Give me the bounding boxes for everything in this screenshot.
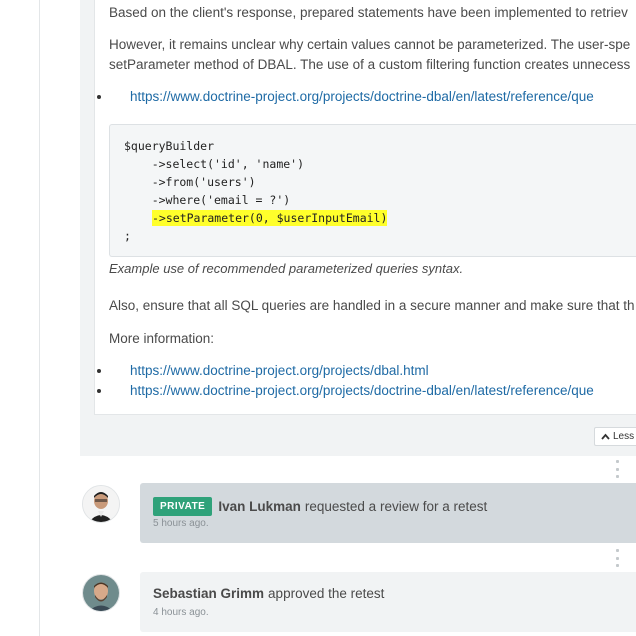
actor-name[interactable]: Sebastian Grimm — [153, 586, 264, 601]
report-paragraph: setParameter method of DBAL. The use of … — [109, 57, 631, 72]
activity-item: Sebastian Grimm approved the retest 4 ho… — [140, 572, 636, 632]
reference-link[interactable]: https://www.doctrine-project.org/project… — [130, 363, 429, 378]
activity-menu-icon[interactable] — [612, 549, 622, 567]
activity-menu-icon[interactable] — [612, 460, 622, 478]
less-button[interactable]: Less — [594, 427, 636, 446]
left-rail — [0, 0, 40, 636]
code-line: ->from('users') — [124, 175, 256, 189]
avatar[interactable] — [82, 485, 120, 523]
activity-timestamp: 4 hours ago. — [153, 607, 209, 618]
less-button-label: Less — [613, 431, 635, 442]
report-paragraph: Based on the client's response, prepared… — [109, 5, 628, 20]
actor-name[interactable]: Ivan Lukman — [218, 499, 301, 514]
code-highlight: ->setParameter(0, $userInputEmail) — [152, 210, 388, 226]
code-caption: Example use of recommended parameterized… — [109, 261, 464, 276]
code-line: ; — [124, 229, 131, 243]
more-info-label: More information: — [109, 331, 215, 346]
code-line: ->where('email = ?') — [124, 193, 291, 207]
reference-link[interactable]: https://www.doctrine-project.org/project… — [130, 383, 594, 398]
activity-timestamp: 5 hours ago. — [153, 518, 209, 529]
activity-action: requested a review for a retest — [304, 499, 488, 514]
list-item: https://www.doctrine-project.org/project… — [97, 361, 594, 381]
reference-list: https://www.doctrine-project.org/project… — [97, 361, 594, 401]
reference-link[interactable]: https://www.doctrine-project.org/project… — [130, 89, 594, 104]
private-badge: PRIVATE — [153, 497, 213, 516]
activity-item: PRIVATE Ivan Lukman requested a review f… — [140, 483, 636, 543]
chevron-up-icon — [601, 432, 610, 442]
list-item: https://www.doctrine-project.org/project… — [97, 381, 594, 401]
list-item: https://www.doctrine-project.org/project… — [97, 87, 594, 107]
report-paragraph: Also, ensure that all SQL queries are ha… — [109, 298, 635, 313]
report-paragraph: However, it remains unclear why certain … — [109, 37, 631, 52]
code-line: ->select('id', 'name') — [124, 157, 305, 171]
code-block: $queryBuilder ->select('id', 'name') ->f… — [109, 124, 636, 257]
avatar[interactable] — [82, 574, 120, 612]
code-line: $queryBuilder — [124, 139, 215, 153]
code-line-highlighted: ->setParameter(0, $userInputEmail) — [152, 209, 388, 227]
activity-action: approved the retest — [268, 586, 385, 601]
reference-list: https://www.doctrine-project.org/project… — [97, 87, 594, 107]
